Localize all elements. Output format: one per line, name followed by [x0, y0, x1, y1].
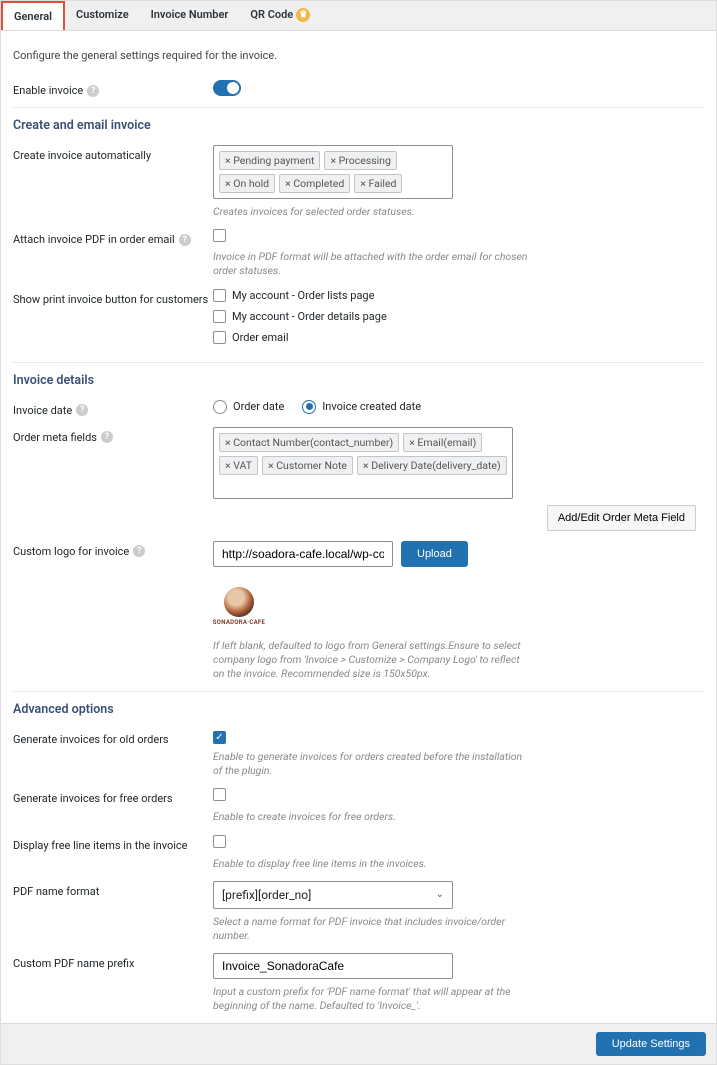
print-orderlists-text: My account - Order lists page [232, 289, 374, 302]
help-icon[interactable]: ? [133, 545, 145, 557]
gen-old-checkbox[interactable]: ✓ [213, 731, 226, 744]
crown-icon: ♛ [296, 8, 310, 22]
enable-invoice-label: Enable invoice [13, 84, 83, 97]
print-orderemail-text: Order email [232, 331, 289, 344]
print-orderemail-checkbox[interactable] [213, 331, 226, 344]
gen-free-label: Generate invoices for free orders [13, 792, 173, 805]
logo-url-input[interactable] [213, 541, 393, 567]
meta-tag[interactable]: × Customer Note [262, 456, 353, 475]
pdf-name-label: PDF name format [13, 885, 99, 898]
print-orderlists-checkbox[interactable] [213, 289, 226, 302]
attach-pdf-label: Attach invoice PDF in order email [13, 233, 175, 246]
pdf-name-desc: Select a name format for PDF invoice tha… [213, 915, 533, 943]
gen-old-desc: Enable to generate invoices for orders c… [213, 750, 533, 778]
meta-tag[interactable]: × Delivery Date(delivery_date) [357, 456, 507, 475]
order-meta-tagbox[interactable]: × Contact Number(contact_number) × Email… [213, 427, 513, 499]
status-tag[interactable]: × On hold [219, 174, 275, 193]
show-print-label: Show print invoice button for customers [13, 293, 208, 306]
custom-logo-label: Custom logo for invoice [13, 545, 129, 558]
gen-free-checkbox[interactable] [213, 788, 226, 801]
upload-button[interactable]: Upload [401, 541, 468, 567]
tab-customize[interactable]: Customize [65, 1, 140, 30]
invoice-date-order-radio[interactable] [213, 400, 227, 414]
status-tag[interactable]: × Failed [354, 174, 402, 193]
pdf-prefix-desc: Input a custom prefix for 'PDF name form… [213, 985, 533, 1013]
gen-free-desc: Enable to create invoices for free order… [213, 810, 533, 824]
status-tag[interactable]: × Completed [279, 174, 350, 193]
update-settings-button[interactable]: Update Settings [596, 1032, 706, 1056]
help-icon[interactable]: ? [101, 431, 113, 443]
help-icon[interactable]: ? [87, 85, 99, 97]
section-advanced: Advanced options [13, 702, 704, 717]
attach-pdf-desc: Invoice in PDF format will be attached w… [213, 250, 533, 278]
order-meta-label: Order meta fields [13, 431, 97, 444]
invoice-date-created-radio[interactable] [302, 400, 316, 414]
pdf-name-select[interactable]: [prefix][order_no]⌄ [213, 881, 453, 909]
chevron-down-icon: ⌄ [436, 889, 444, 900]
logo-preview: SONADORA·CAFE [213, 581, 265, 633]
status-tag[interactable]: × Pending payment [219, 151, 320, 170]
meta-tag[interactable]: × VAT [219, 456, 258, 475]
help-icon[interactable]: ? [76, 404, 88, 416]
display-free-label: Display free line items in the invoice [13, 839, 187, 852]
pdf-prefix-input[interactable] [213, 953, 453, 979]
tabs: General Customize Invoice Number QR Code… [1, 1, 716, 31]
intro-text: Configure the general settings required … [13, 49, 704, 62]
print-orderdetails-checkbox[interactable] [213, 310, 226, 323]
print-orderdetails-text: My account - Order details page [232, 310, 387, 323]
meta-tag[interactable]: × Email(email) [403, 433, 482, 452]
status-tag[interactable]: × Processing [324, 151, 396, 170]
order-date-text: Order date [233, 400, 284, 413]
gen-old-label: Generate invoices for old orders [13, 733, 169, 746]
invoice-date-label: Invoice date [13, 404, 72, 417]
section-invoice-details: Invoice details [13, 373, 704, 388]
attach-pdf-checkbox[interactable] [213, 229, 226, 242]
tab-general[interactable]: General [1, 1, 65, 30]
created-date-text: Invoice created date [322, 400, 421, 413]
pdf-prefix-label: Custom PDF name prefix [13, 957, 134, 970]
display-free-desc: Enable to display free line items in the… [213, 857, 533, 871]
add-edit-meta-button[interactable]: Add/Edit Order Meta Field [547, 505, 696, 531]
help-icon[interactable]: ? [179, 234, 191, 246]
enable-invoice-toggle[interactable] [213, 80, 241, 96]
tab-invoice-number[interactable]: Invoice Number [140, 1, 240, 30]
meta-tag[interactable]: × Contact Number(contact_number) [219, 433, 399, 452]
create-auto-desc: Creates invoices for selected order stat… [213, 205, 533, 219]
tab-qr-code[interactable]: QR Code♛ [239, 1, 321, 30]
section-create-email: Create and email invoice [13, 118, 704, 133]
display-free-checkbox[interactable] [213, 835, 226, 848]
create-auto-tagbox[interactable]: × Pending payment × Processing × On hold… [213, 145, 453, 199]
custom-logo-desc: If left blank, defaulted to logo from Ge… [213, 639, 533, 682]
create-auto-label: Create invoice automatically [13, 149, 151, 162]
